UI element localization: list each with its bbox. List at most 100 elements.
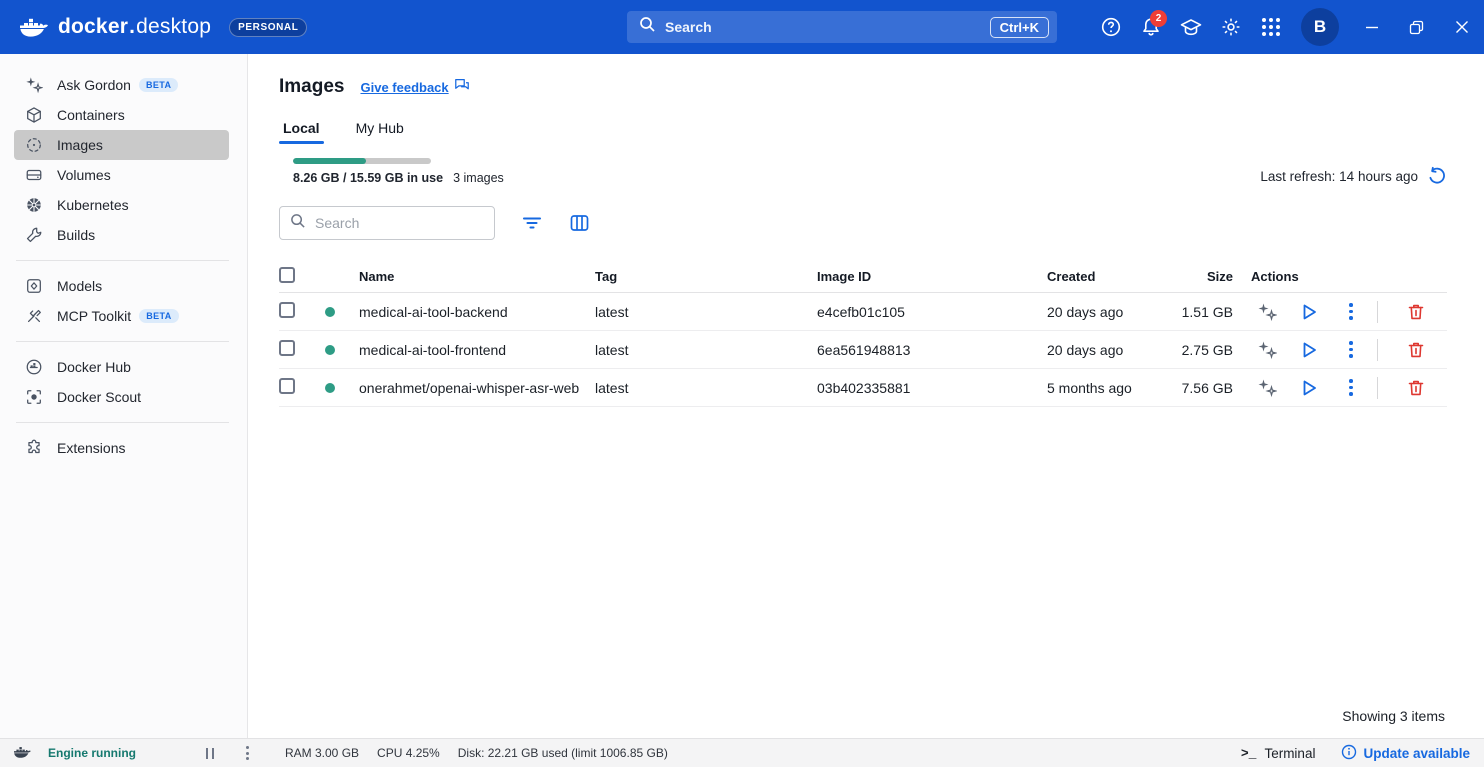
beta-badge: BETA (139, 309, 178, 323)
showing-items-summary: Showing 3 items (279, 698, 1447, 738)
in-use-status-dot (325, 383, 335, 393)
toolkit-icon (24, 306, 44, 326)
row-menu-button[interactable] (1335, 296, 1367, 328)
image-name[interactable]: medical-ai-tool-backend (359, 304, 595, 320)
run-image-button[interactable] (1293, 334, 1325, 366)
column-header-created[interactable]: Created (1047, 269, 1147, 284)
pause-engine-button[interactable] (206, 748, 214, 759)
global-search[interactable]: Search Ctrl+K (627, 11, 1057, 43)
storage-usage: 8.26 GB / 15.59 GB in use 3 images (293, 158, 504, 185)
tab-my-hub[interactable]: My Hub (352, 114, 408, 144)
select-all-checkbox[interactable] (279, 267, 295, 283)
sidebar-item-label: Volumes (57, 167, 111, 183)
learning-center-button[interactable] (1171, 7, 1211, 47)
sidebar-item-label: Builds (57, 227, 95, 243)
tab-local[interactable]: Local (279, 114, 324, 144)
image-name[interactable]: onerahmet/openai-whisper-asr-web (359, 380, 595, 396)
delete-image-button[interactable] (1400, 334, 1432, 366)
image-created: 20 days ago (1047, 304, 1147, 320)
last-refresh-text: Last refresh: 14 hours ago (1260, 169, 1418, 184)
refresh-button[interactable] (1427, 166, 1447, 186)
sidebar-item-kubernetes[interactable]: Kubernetes (14, 190, 229, 220)
delete-image-button[interactable] (1400, 372, 1432, 404)
column-header-image-id[interactable]: Image ID (817, 269, 1047, 284)
image-size: 7.56 GB (1147, 380, 1247, 396)
column-header-size[interactable]: Size (1147, 269, 1247, 284)
search-shortcut-badge: Ctrl+K (990, 17, 1049, 38)
image-created: 20 days ago (1047, 342, 1147, 358)
ram-usage: RAM 3.00 GB (285, 746, 359, 760)
sidebar-item-label: MCP Toolkit (57, 308, 131, 324)
sidebar-item-builds[interactable]: Builds (14, 220, 229, 250)
engine-whale-icon (14, 745, 32, 762)
window-close-button[interactable] (1439, 0, 1484, 54)
image-name[interactable]: medical-ai-tool-frontend (359, 342, 595, 358)
image-row[interactable]: medical-ai-tool-backend latest e4cefb01c… (279, 293, 1447, 331)
window-minimize-button[interactable] (1349, 0, 1394, 54)
sidebar-item-images[interactable]: Images (14, 130, 229, 160)
sidebar-item-containers[interactable]: Containers (14, 100, 229, 130)
sidebar-item-models[interactable]: Models (14, 271, 229, 301)
run-image-button[interactable] (1293, 372, 1325, 404)
sidebar-item-label: Models (57, 278, 102, 294)
image-row[interactable]: onerahmet/openai-whisper-asr-web latest … (279, 369, 1447, 407)
row-checkbox[interactable] (279, 340, 295, 356)
sidebar: Ask Gordon BETA Containers Images Volume… (0, 54, 248, 738)
engine-menu-button[interactable] (246, 746, 249, 760)
delete-image-button[interactable] (1400, 296, 1432, 328)
sidebar-item-mcp-toolkit[interactable]: MCP Toolkit BETA (14, 301, 229, 331)
give-feedback-link[interactable]: Give feedback (360, 77, 469, 97)
user-avatar[interactable]: B (1301, 8, 1339, 46)
image-id: e4cefb01c105 (817, 304, 1047, 320)
apps-grid-button[interactable] (1251, 7, 1291, 47)
sidebar-divider (16, 260, 229, 261)
window-restore-button[interactable] (1394, 0, 1439, 54)
sidebar-item-label: Docker Scout (57, 389, 141, 405)
ai-sparkles-icon[interactable] (1251, 296, 1283, 328)
image-created: 5 months ago (1047, 380, 1147, 396)
table-search[interactable] (279, 206, 495, 240)
notifications-button[interactable]: 2 (1131, 7, 1171, 47)
ai-sparkles-icon[interactable] (1251, 372, 1283, 404)
sidebar-item-docker-scout[interactable]: Docker Scout (14, 382, 229, 412)
puzzle-icon (24, 438, 44, 458)
image-row[interactable]: medical-ai-tool-frontend latest 6ea56194… (279, 331, 1447, 369)
engine-status[interactable]: Engine running (48, 746, 136, 760)
sidebar-item-label: Extensions (57, 440, 125, 456)
sidebar-item-label: Containers (57, 107, 125, 123)
columns-button[interactable] (569, 213, 590, 233)
actions-divider (1377, 339, 1378, 361)
filter-button[interactable] (521, 213, 543, 233)
row-checkbox[interactable] (279, 302, 295, 318)
global-search-placeholder: Search (665, 19, 990, 35)
images-page: Images Give feedback LocalMy Hub 8.26 GB… (248, 54, 1484, 738)
settings-gear-button[interactable] (1211, 7, 1251, 47)
search-icon (290, 213, 306, 234)
sidebar-divider (16, 341, 229, 342)
drive-icon (24, 165, 44, 185)
sidebar-item-ask-gordon[interactable]: Ask Gordon BETA (14, 70, 229, 100)
statusbar: Engine running RAM 3.00 GB CPU 4.25% Dis… (0, 738, 1484, 767)
row-checkbox[interactable] (279, 378, 295, 394)
sidebar-item-label: Images (57, 137, 103, 153)
image-tag: latest (595, 342, 817, 358)
update-available-link[interactable]: Update available (1341, 744, 1470, 763)
sidebar-item-docker-hub[interactable]: Docker Hub (14, 352, 229, 382)
row-menu-button[interactable] (1335, 372, 1367, 404)
image-tag: latest (595, 304, 817, 320)
ai-sparkles-icon[interactable] (1251, 334, 1283, 366)
sidebar-item-volumes[interactable]: Volumes (14, 160, 229, 190)
sidebar-item-extensions[interactable]: Extensions (14, 433, 229, 463)
column-header-name[interactable]: Name (359, 269, 595, 284)
model-icon (24, 276, 44, 296)
row-menu-button[interactable] (1335, 334, 1367, 366)
sidebar-item-label: Kubernetes (57, 197, 129, 213)
image-count-text: 3 images (453, 171, 504, 185)
terminal-button[interactable]: >_ Terminal (1241, 746, 1316, 761)
table-search-input[interactable] (315, 215, 465, 231)
info-icon (1341, 744, 1357, 763)
helm-icon (24, 195, 44, 215)
column-header-tag[interactable]: Tag (595, 269, 817, 284)
help-button[interactable] (1091, 7, 1131, 47)
run-image-button[interactable] (1293, 296, 1325, 328)
